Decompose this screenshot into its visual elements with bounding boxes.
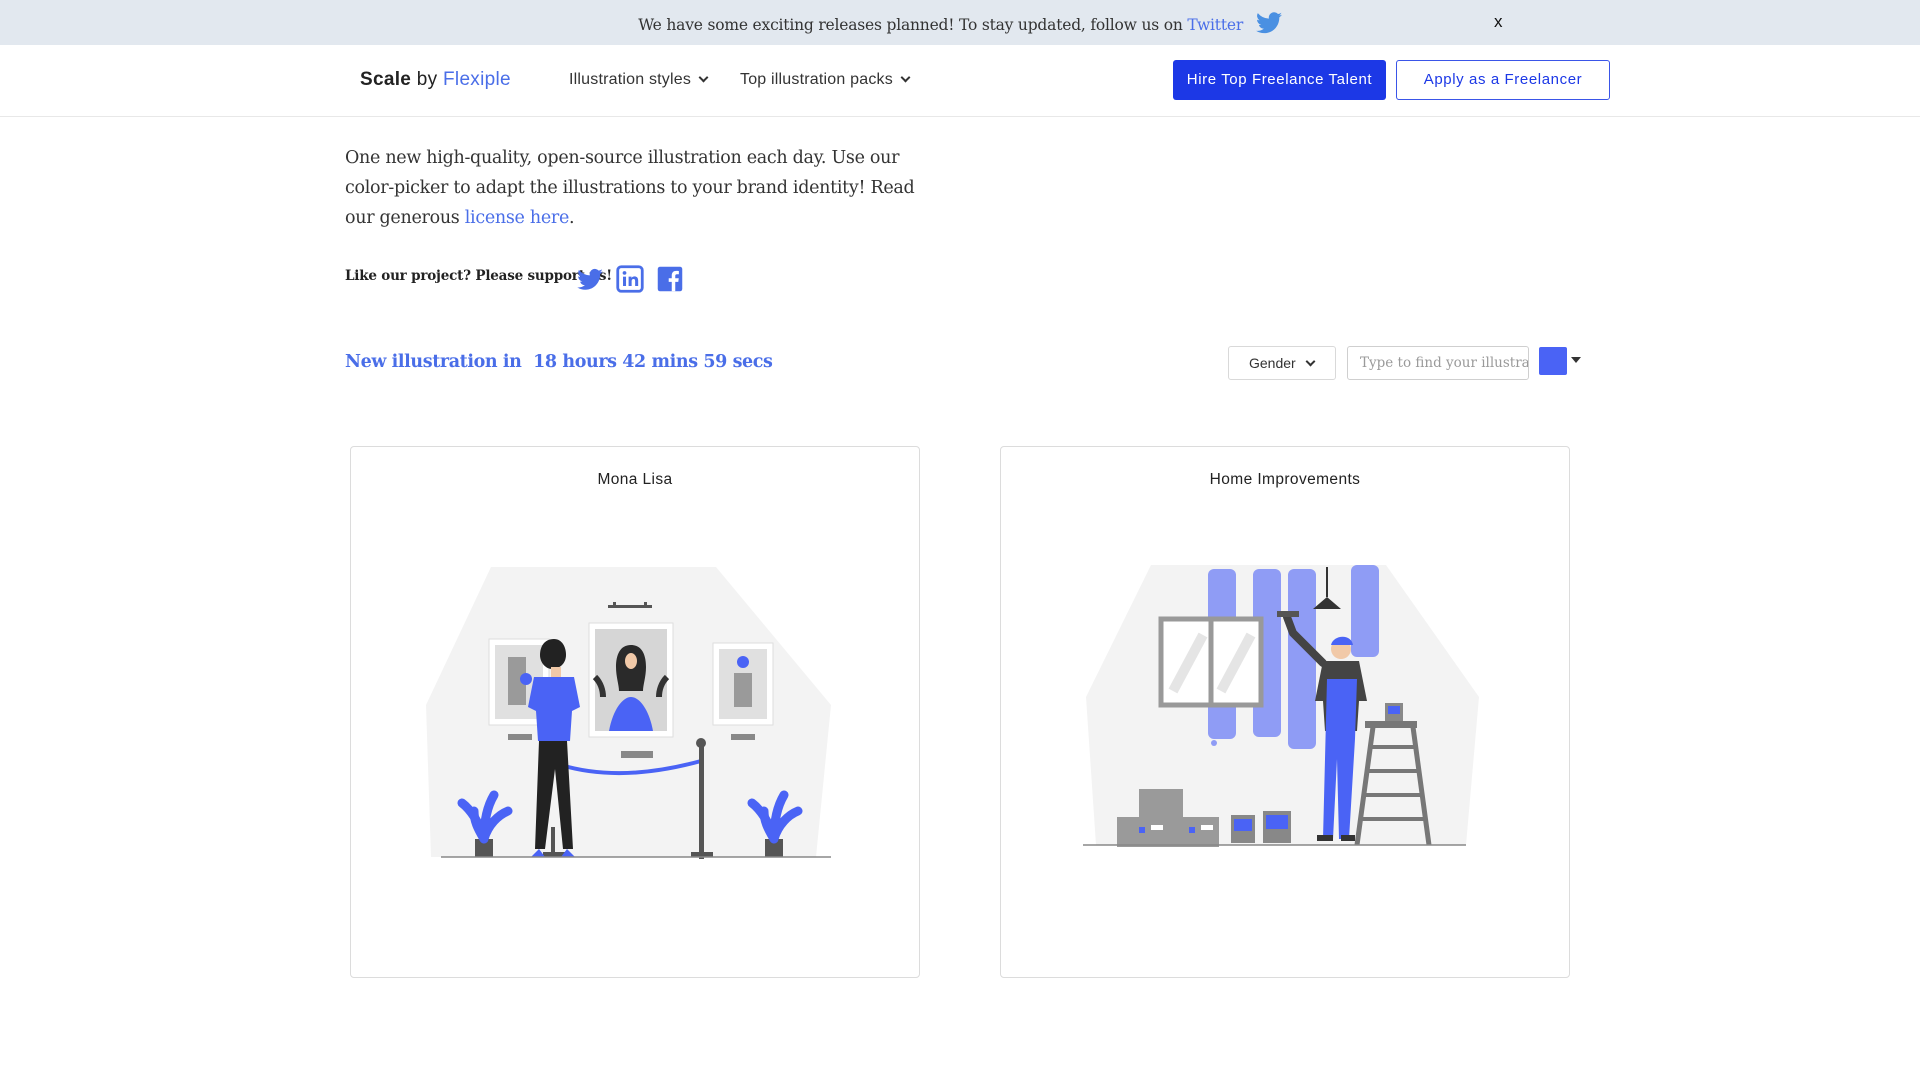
countdown-time: 18 hours 42 mins 59 secs xyxy=(533,352,773,372)
illustration-card[interactable]: Home Improvements xyxy=(1000,446,1570,978)
announcement-bar: We have some exciting releases planned! … xyxy=(0,0,1920,45)
intro-end: . xyxy=(569,208,575,228)
announcement-text: We have some exciting releases planned! … xyxy=(0,12,1920,34)
nav-illustration-styles-label: Illustration styles xyxy=(569,71,692,88)
countdown: New illustration in 18 hours 42 mins 59 … xyxy=(345,352,773,372)
nav-top-illustration-packs[interactable]: Top illustration packs xyxy=(740,71,911,89)
twitter-icon[interactable] xyxy=(1255,12,1282,34)
facebook-icon[interactable] xyxy=(656,265,684,293)
countdown-label: New illustration in xyxy=(345,352,522,372)
nav-top-illustration-packs-label: Top illustration packs xyxy=(740,71,893,88)
brand-by: by xyxy=(416,69,438,90)
home-improvements-illustration xyxy=(1083,565,1479,847)
support-label: Like our project? Please support us! xyxy=(345,268,612,284)
site-header: Scale by Flexiple Illustration styles To… xyxy=(0,45,1920,117)
hire-talent-button[interactable]: Hire Top Freelance Talent xyxy=(1173,60,1386,100)
linkedin-icon[interactable] xyxy=(616,265,644,293)
twitter-icon[interactable] xyxy=(576,265,604,293)
announcement-message: We have some exciting releases planned! … xyxy=(638,16,1183,34)
caret-down-icon[interactable] xyxy=(1571,357,1581,363)
brand-logo[interactable]: Scale by Flexiple xyxy=(360,69,511,91)
gender-select[interactable]: Gender xyxy=(1228,346,1336,380)
announcement-twitter-link[interactable]: Twitter xyxy=(1187,16,1243,34)
mona-lisa-illustration xyxy=(426,567,831,859)
illustration-card[interactable]: Mona Lisa xyxy=(350,446,920,978)
color-picker-swatch[interactable] xyxy=(1539,347,1567,375)
gender-select-label: Gender xyxy=(1249,355,1296,371)
apply-freelancer-button[interactable]: Apply as a Freelancer xyxy=(1396,60,1610,100)
announcement-close-button[interactable]: x xyxy=(1494,12,1503,32)
chevron-down-icon xyxy=(1305,356,1316,367)
brand-scale: Scale xyxy=(360,69,412,90)
chevron-down-icon xyxy=(698,72,709,83)
chevron-down-icon xyxy=(900,72,911,83)
intro-text: One new high-quality, open-source illust… xyxy=(345,148,915,228)
license-link[interactable]: license here xyxy=(465,208,570,228)
search-input[interactable] xyxy=(1347,346,1529,380)
intro-paragraph: One new high-quality, open-source illust… xyxy=(345,143,945,233)
nav-illustration-styles[interactable]: Illustration styles xyxy=(569,71,709,89)
brand-flexiple: Flexiple xyxy=(443,69,511,90)
